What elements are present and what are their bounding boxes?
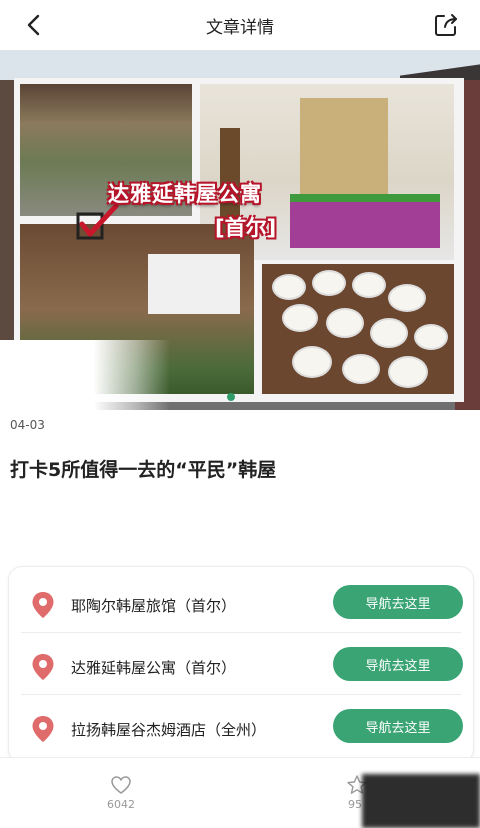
- photo-food: [262, 264, 454, 394]
- location-row: 达雅延韩屋公寓（首尔） 导航去这里: [9, 633, 473, 695]
- location-row: 耶陶尔韩屋旅馆（首尔） 导航去这里: [9, 571, 473, 633]
- location-list-card: 耶陶尔韩屋旅馆（首尔） 导航去这里 达雅延韩屋公寓（首尔） 导航去这里 拉扬韩屋…: [8, 566, 474, 763]
- location-pin-icon: [32, 716, 54, 742]
- location-pin-icon: [32, 592, 54, 618]
- location-row: 拉扬韩屋谷杰姆酒店（全州） 导航去这里: [9, 695, 473, 757]
- blurred-overlay: [362, 774, 480, 828]
- share-icon[interactable]: [432, 11, 460, 39]
- navigate-button[interactable]: 导航去这里: [333, 647, 463, 681]
- window: [148, 254, 240, 314]
- location-name[interactable]: 耶陶尔韩屋旅馆（首尔）: [71, 595, 236, 616]
- article-date: 04-03: [10, 418, 45, 432]
- heart-icon[interactable]: [110, 775, 132, 795]
- location-name[interactable]: 达雅延韩屋公寓（首尔）: [71, 657, 236, 678]
- article-title: 打卡5所值得一去的“平民”韩屋: [10, 459, 277, 481]
- location-pin-icon: [32, 654, 54, 680]
- dish: [342, 354, 380, 384]
- dish: [352, 272, 386, 298]
- dish: [292, 346, 332, 378]
- favorite-count: 95: [348, 798, 362, 811]
- page-title: 文章详情: [206, 18, 274, 38]
- hero-overlay-title: 达雅延韩屋公寓: [108, 182, 262, 206]
- top-nav-bar: 文章详情: [0, 0, 480, 50]
- dish: [272, 274, 306, 300]
- dish: [388, 356, 428, 388]
- dish: [312, 270, 346, 296]
- dish: [388, 284, 426, 312]
- navigate-button[interactable]: 导航去这里: [333, 585, 463, 619]
- location-name[interactable]: 拉扬韩屋谷杰姆酒店（全州）: [71, 719, 266, 740]
- bed: [290, 194, 440, 248]
- dish: [282, 304, 318, 332]
- folding-screen: [300, 98, 388, 208]
- bottom-action-bar: 6042 95: [0, 757, 480, 828]
- hero-overlay-subtitle: [首尔]: [215, 216, 277, 240]
- dish: [414, 324, 448, 350]
- dish: [370, 318, 408, 348]
- hero-image-carousel[interactable]: 达雅延韩屋公寓 [首尔]: [0, 50, 480, 410]
- like-count: 6042: [107, 798, 135, 811]
- hero-fade: [0, 340, 170, 410]
- navigate-button[interactable]: 导航去这里: [333, 709, 463, 743]
- carousel-indicator[interactable]: [227, 393, 235, 401]
- dish: [326, 308, 364, 338]
